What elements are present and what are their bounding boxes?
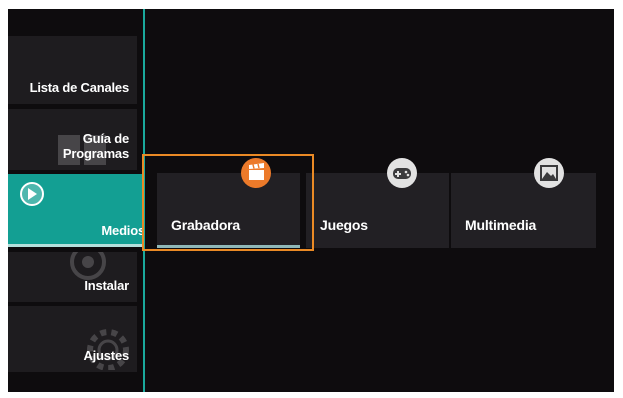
sidebar-item-settings[interactable]: Ajustes — [8, 306, 137, 372]
satellite-dish-icon — [70, 252, 106, 280]
tile-label: Multimedia — [465, 217, 537, 233]
sidebar-item-media[interactable]: Medios — [8, 174, 144, 247]
active-indicator — [8, 244, 144, 247]
tile-label: Juegos — [320, 217, 368, 233]
sidebar-item-channel-list[interactable]: Lista de Canales — [8, 36, 137, 104]
sidebar-item-label: Guía de Programas — [62, 131, 129, 161]
gamepad-icon — [387, 158, 417, 188]
sidebar-item-label: Medios — [101, 223, 144, 238]
sidebar-item-label: Instalar — [84, 278, 129, 293]
sidebar-item-label: Lista de Canales — [29, 80, 130, 95]
play-icon — [20, 182, 44, 206]
sidebar-item-program-guide[interactable]: Guía de Programas — [8, 109, 137, 170]
focus-highlight — [142, 154, 314, 251]
sidebar-item-label: Ajustes — [83, 348, 129, 363]
tv-screen: Lista de Canales Guía de Programas Medio… — [8, 9, 614, 392]
sidebar-item-install[interactable]: Instalar — [8, 252, 137, 302]
tile-games[interactable]: Juegos — [306, 158, 449, 248]
picture-icon — [534, 158, 564, 188]
tile-multimedia[interactable]: Multimedia — [451, 158, 596, 248]
